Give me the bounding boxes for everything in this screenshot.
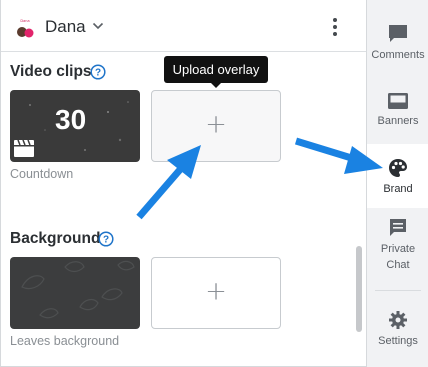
help-icon[interactable]: ? [90, 64, 106, 80]
countdown-number: 30 [55, 104, 87, 135]
background-title: Background [10, 230, 101, 247]
chevron-down-icon[interactable] [92, 22, 104, 30]
gear-icon [389, 311, 407, 329]
sidebar-item-label: Brand [383, 183, 413, 195]
video-clips-title: Video clips [10, 63, 92, 80]
add-background-button[interactable]: + [151, 257, 281, 329]
profile-name[interactable]: Dana [45, 17, 86, 37]
plus-icon: + [205, 109, 227, 140]
sidebar-item-private-chat[interactable]: Private Chat [367, 218, 428, 278]
plus-icon: + [205, 276, 227, 307]
banner-icon [388, 93, 408, 109]
sidebar-item-banners[interactable]: Banners [367, 92, 428, 138]
video-clip-icon [14, 139, 34, 157]
leaves-pattern [21, 260, 135, 319]
panel-header: Dana Dana [1, 0, 366, 52]
countdown-caption: Countdown [10, 167, 74, 181]
avatar[interactable]: Dana [13, 15, 37, 39]
sidebar-divider [375, 290, 421, 291]
leaves-background-thumbnail[interactable] [10, 257, 140, 329]
sidebar-item-settings[interactable]: Settings [367, 310, 428, 356]
svg-text:Dana: Dana [20, 19, 29, 23]
sidebar-item-brand[interactable]: Brand [367, 144, 428, 208]
sidebar-item-comments[interactable]: Comments [367, 24, 428, 70]
sidebar-item-label: Settings [378, 335, 418, 347]
palette-icon [389, 159, 407, 177]
chat-icon [390, 219, 406, 236]
upload-overlay-button[interactable]: + [151, 90, 281, 162]
leaves-background-caption: Leaves background [10, 334, 120, 348]
svg-text:?: ? [103, 235, 109, 246]
svg-text:?: ? [95, 68, 101, 79]
sidebar: Comments Banners Brand Private Chat Sett… [366, 0, 428, 367]
sidebar-item-label: Comments [371, 49, 425, 61]
more-options-icon[interactable] [330, 16, 340, 38]
scrollbar-thumb[interactable] [356, 246, 362, 332]
countdown-thumbnail[interactable]: 30 [10, 90, 140, 162]
brand-panel: Dana Dana Video clips ? 30 + Countdown U… [0, 0, 366, 367]
comment-icon [389, 25, 407, 42]
upload-overlay-tooltip: Upload overlay [164, 56, 268, 88]
sidebar-item-label: Banners [377, 115, 419, 127]
help-icon[interactable]: ? [98, 231, 114, 247]
sidebar-item-label: Private Chat [380, 243, 416, 271]
